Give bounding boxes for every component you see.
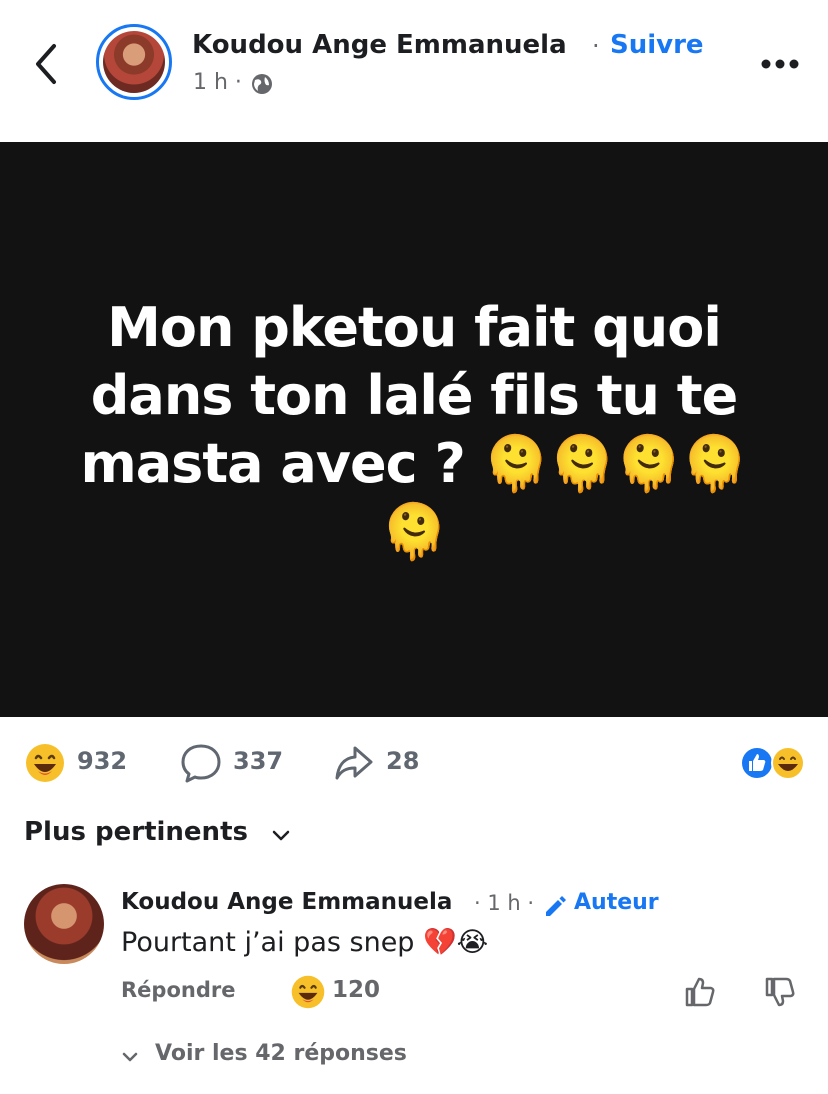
author-badge: Auteur [574, 890, 659, 915]
post-text-card: Mon pketou fait quoi dans ton lalé fils … [0, 142, 828, 717]
comment-author[interactable]: Koudou Ange Emmanuela [121, 889, 452, 915]
chevron-down-icon[interactable] [120, 1047, 140, 1067]
sort-dropdown[interactable]: Plus pertinents [24, 817, 248, 847]
globe-icon [250, 72, 274, 96]
back-button[interactable] [28, 40, 68, 88]
view-replies-link[interactable]: Voir les 42 réponses [155, 1041, 407, 1066]
reaction-summary[interactable] [740, 746, 806, 780]
shares-count[interactable]: 28 [386, 747, 419, 775]
post-text: Mon pketou fait quoi dans ton lalé fils … [80, 295, 748, 563]
reactions-count[interactable]: 932 [77, 747, 127, 775]
laugh-emoji-icon [771, 746, 805, 780]
laugh-emoji-icon[interactable] [290, 974, 326, 1010]
comment-text: Pourtant j’ai pas snep 💔😭 [121, 927, 489, 958]
header-separator: · [592, 32, 600, 60]
chevron-down-icon[interactable] [270, 824, 292, 846]
reply-button[interactable]: Répondre [121, 978, 235, 1002]
thumbs-up-icon[interactable] [682, 974, 718, 1010]
more-options-button[interactable] [756, 50, 804, 78]
pencil-icon [542, 892, 568, 918]
laugh-emoji-icon [26, 744, 64, 782]
comments-count[interactable]: 337 [233, 747, 283, 775]
author-name[interactable]: Koudou Ange Emmanuela [192, 30, 567, 60]
post-time: 1 h · [193, 70, 242, 95]
comment-avatar[interactable] [24, 884, 104, 964]
comment-button[interactable] [180, 742, 222, 784]
share-arrow-icon [335, 746, 373, 780]
comment-bubble-icon [181, 744, 221, 783]
chevron-left-icon [36, 44, 56, 84]
comment-reaction-count[interactable]: 120 [332, 977, 380, 1003]
share-button[interactable] [333, 742, 375, 784]
thumbs-down-icon[interactable] [762, 974, 798, 1010]
like-icon [740, 746, 774, 780]
reaction-button[interactable] [24, 742, 66, 784]
more-dots-icon [761, 59, 799, 69]
comment-time: · 1 h · [474, 891, 535, 915]
author-avatar[interactable] [96, 24, 172, 100]
follow-button[interactable]: Suivre [610, 30, 704, 60]
author-avatar-image [103, 31, 165, 93]
